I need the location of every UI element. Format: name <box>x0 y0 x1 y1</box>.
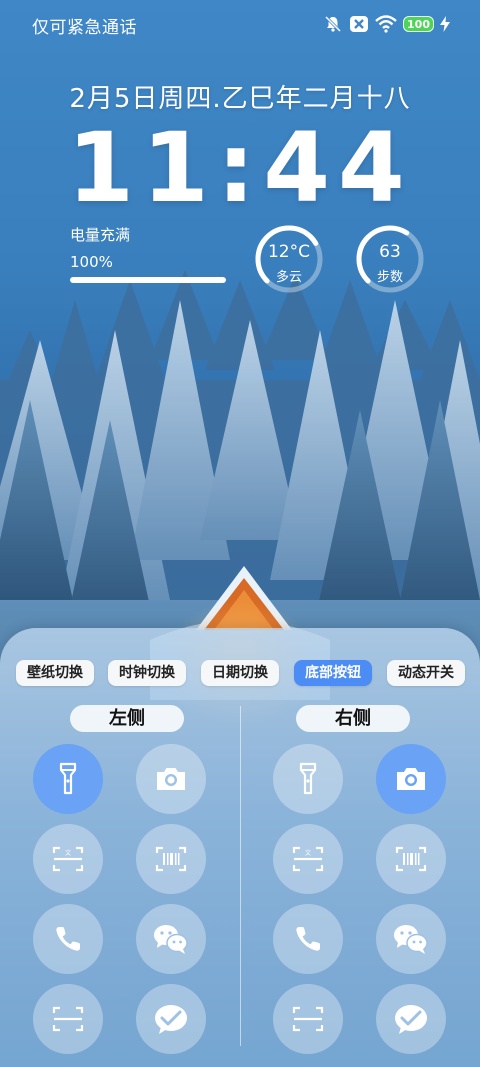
right-phone-button[interactable] <box>273 904 343 974</box>
right-side-label: 右侧 <box>296 705 410 732</box>
battery-icon: 100 <box>403 16 434 32</box>
battery-widget: 电量充满 100% <box>70 224 230 283</box>
check-app-icon <box>155 1005 187 1034</box>
tab-bottom-buttons[interactable]: 底部按钮 <box>294 660 372 686</box>
right-scan-button[interactable] <box>273 984 343 1054</box>
left-scan-text-button[interactable]: 文 <box>33 824 103 894</box>
barcode-icon <box>155 846 187 872</box>
wechat-icon <box>154 925 188 954</box>
right-flashlight-button[interactable] <box>273 744 343 814</box>
phone-icon <box>296 927 320 951</box>
left-flashlight-button[interactable] <box>33 744 103 814</box>
phone-icon <box>56 927 80 951</box>
date-text: 2月5日周四.乙巳年二月十八 <box>69 84 411 114</box>
svg-text:文: 文 <box>305 849 311 857</box>
weather-temperature: 12°C <box>267 242 310 262</box>
tab-clock[interactable]: 时钟切换 <box>108 660 186 686</box>
mute-bell-icon <box>323 14 343 34</box>
clock-time: 11:44 <box>67 112 413 224</box>
right-barcode-button[interactable] <box>376 824 446 894</box>
tab-wallpaper[interactable]: 壁纸切换 <box>16 660 94 686</box>
tab-date[interactable]: 日期切换 <box>201 660 279 686</box>
status-bar: 仅可紧急通话 100 <box>0 0 480 48</box>
battery-percent: 100% <box>70 253 113 271</box>
left-phone-button[interactable] <box>33 904 103 974</box>
steps-label: 步数 <box>376 270 403 285</box>
left-barcode-button[interactable] <box>136 824 206 894</box>
tab-dynamic-switch[interactable]: 动态开关 <box>387 660 465 686</box>
charging-bolt-icon <box>440 16 450 32</box>
no-sim-icon <box>349 15 369 33</box>
left-camera-button[interactable] <box>136 744 206 814</box>
right-scan-text-button[interactable]: 文 <box>273 824 343 894</box>
left-wechat-button[interactable] <box>136 904 206 974</box>
wifi-icon <box>375 15 397 33</box>
battery-status-label: 电量充满 <box>70 226 131 244</box>
check-app-icon <box>395 1005 427 1034</box>
scan-text-icon: 文 <box>292 846 324 872</box>
scan-text-icon: 文 <box>52 846 84 872</box>
steps-count: 63 <box>379 242 401 262</box>
scan-icon <box>52 1006 84 1032</box>
status-icons: 100 <box>323 14 450 34</box>
weather-widget[interactable]: 12°C 多云 <box>254 224 324 294</box>
barcode-icon <box>395 846 427 872</box>
scan-icon <box>292 1006 324 1032</box>
flashlight-icon <box>299 762 317 795</box>
left-scan-button[interactable] <box>33 984 103 1054</box>
battery-progress-bar <box>70 277 226 283</box>
panel-divider <box>240 706 241 1046</box>
camera-icon <box>397 768 425 790</box>
carrier-text: 仅可紧急通话 <box>32 18 137 38</box>
steps-widget[interactable]: 63 步数 <box>355 224 425 294</box>
right-check-app-button[interactable] <box>376 984 446 1054</box>
left-check-app-button[interactable] <box>136 984 206 1054</box>
camera-icon <box>157 768 185 790</box>
weather-condition: 多云 <box>275 270 302 285</box>
left-side-label: 左侧 <box>70 705 184 732</box>
wechat-icon <box>394 925 428 954</box>
battery-progress-fill <box>70 277 226 283</box>
flashlight-icon <box>59 762 77 795</box>
settings-tabs: 壁纸切换 时钟切换 日期切换 底部按钮 动态开关 <box>0 660 480 688</box>
right-camera-button[interactable] <box>376 744 446 814</box>
svg-text:文: 文 <box>65 849 71 857</box>
right-wechat-button[interactable] <box>376 904 446 974</box>
